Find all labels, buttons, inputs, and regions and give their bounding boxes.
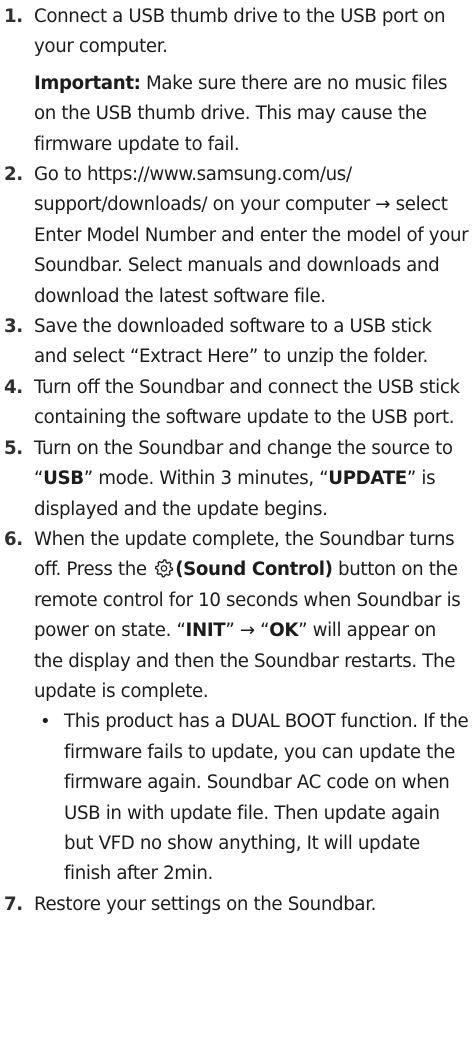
step-number: 2. (4, 164, 23, 186)
instruction-page: 1. Connect a USB thumb drive to the USB … (0, 0, 475, 1060)
bullet-item: • This product has a DUAL BOOT function.… (40, 707, 469, 889)
step-text: Go to https://www.samsung.com/us/ suppor… (34, 164, 469, 307)
step-body: Turn off the Soundbar and connect the US… (34, 373, 469, 434)
step-number: 7. (4, 893, 23, 915)
step-body: Save the downloaded software to a USB st… (34, 312, 469, 373)
step-body: Turn on the Soundbar and change the sour… (34, 434, 469, 525)
step-2: 2. Go to https://www.samsung.com/us/ sup… (4, 160, 469, 312)
init-display-label: INIT (185, 620, 226, 642)
text-run: ” → “ (225, 620, 270, 642)
important-label: Important: (34, 72, 141, 94)
update-display-label: UPDATE (328, 468, 407, 490)
step-text: Turn off the Soundbar and connect the US… (34, 376, 460, 429)
step-body: Connect a USB thumb drive to the USB por… (34, 2, 469, 160)
step-text: Restore your settings on the Soundbar. (34, 893, 377, 915)
step-number: 5. (4, 437, 23, 459)
step-6: 6. When the update complete, the Soundba… (4, 525, 469, 890)
step-4: 4. Turn off the Soundbar and connect the… (4, 373, 469, 434)
step-body: Restore your settings on the Soundbar. (34, 890, 469, 920)
step-number: 3. (4, 316, 23, 338)
gear-icon (154, 558, 174, 578)
important-note: Important: Make sure there are no music … (34, 69, 469, 160)
sound-control-label: (Sound Control) (175, 559, 333, 581)
usb-mode-label: USB (43, 468, 84, 490)
bullet-text: This product has a DUAL BOOT function. I… (64, 711, 469, 885)
step-text: Turn on the Soundbar and change the sour… (34, 434, 469, 525)
step-body: When the update complete, the Soundbar t… (34, 525, 469, 890)
bullet-mark: • (40, 711, 51, 733)
step-text: Save the downloaded software to a USB st… (34, 316, 432, 368)
step-7: 7. Restore your settings on the Soundbar… (4, 890, 469, 920)
step-number: 4. (4, 376, 23, 398)
step-number: 6. (4, 528, 23, 550)
step-1: 1. Connect a USB thumb drive to the USB … (4, 2, 469, 160)
step-3: 3. Save the downloaded software to a USB… (4, 312, 469, 373)
text-run: ” mode. Within 3 minutes, “ (83, 468, 329, 490)
step-number: 1. (4, 6, 23, 27)
ok-display-label: OK (269, 620, 299, 642)
step-5: 5. Turn on the Soundbar and change the s… (4, 434, 469, 525)
step-body: Go to https://www.samsung.com/us/ suppor… (34, 160, 469, 312)
step-text: Connect a USB thumb drive to the USB por… (34, 6, 446, 58)
step-text: When the update complete, the Soundbar t… (34, 525, 469, 707)
